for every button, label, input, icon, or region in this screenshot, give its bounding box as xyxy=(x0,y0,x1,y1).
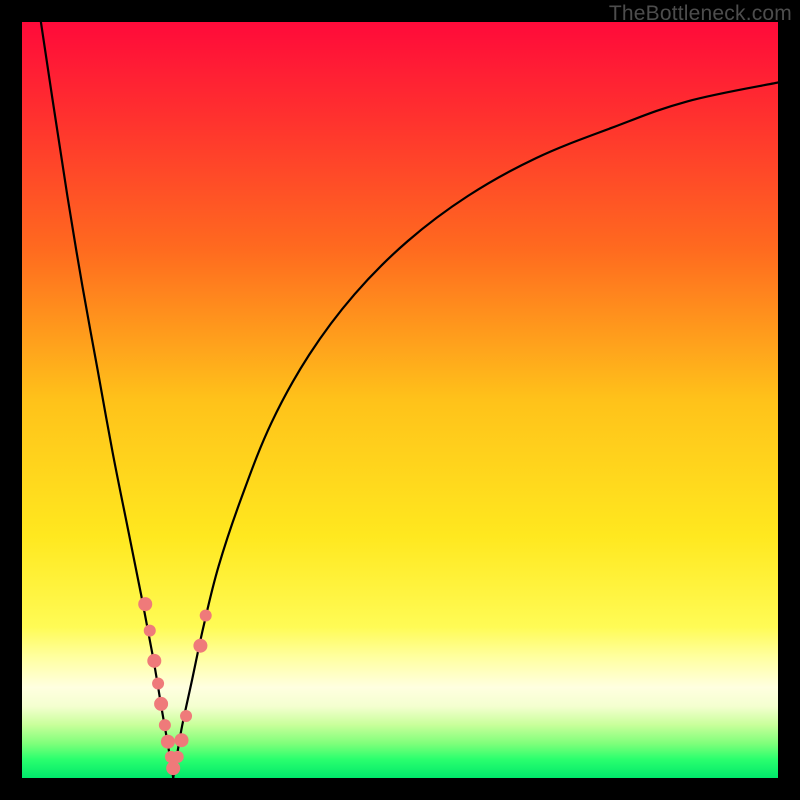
marker-dot xyxy=(180,710,192,722)
marker-dot xyxy=(200,609,212,621)
marker-dot xyxy=(138,597,152,611)
marker-dot xyxy=(159,719,171,731)
chart-frame: TheBottleneck.com xyxy=(0,0,800,800)
watermark-text: TheBottleneck.com xyxy=(609,2,792,26)
marker-dot xyxy=(152,678,164,690)
marker-dot xyxy=(175,733,189,747)
marker-dot xyxy=(161,735,175,749)
gradient-background xyxy=(22,22,778,778)
marker-dot xyxy=(172,751,184,763)
marker-dot xyxy=(144,625,156,637)
marker-dot xyxy=(147,654,161,668)
chart-plot-area xyxy=(22,22,778,778)
marker-dot xyxy=(193,639,207,653)
marker-dot xyxy=(166,761,180,775)
marker-dot xyxy=(154,697,168,711)
chart-svg xyxy=(22,22,778,778)
